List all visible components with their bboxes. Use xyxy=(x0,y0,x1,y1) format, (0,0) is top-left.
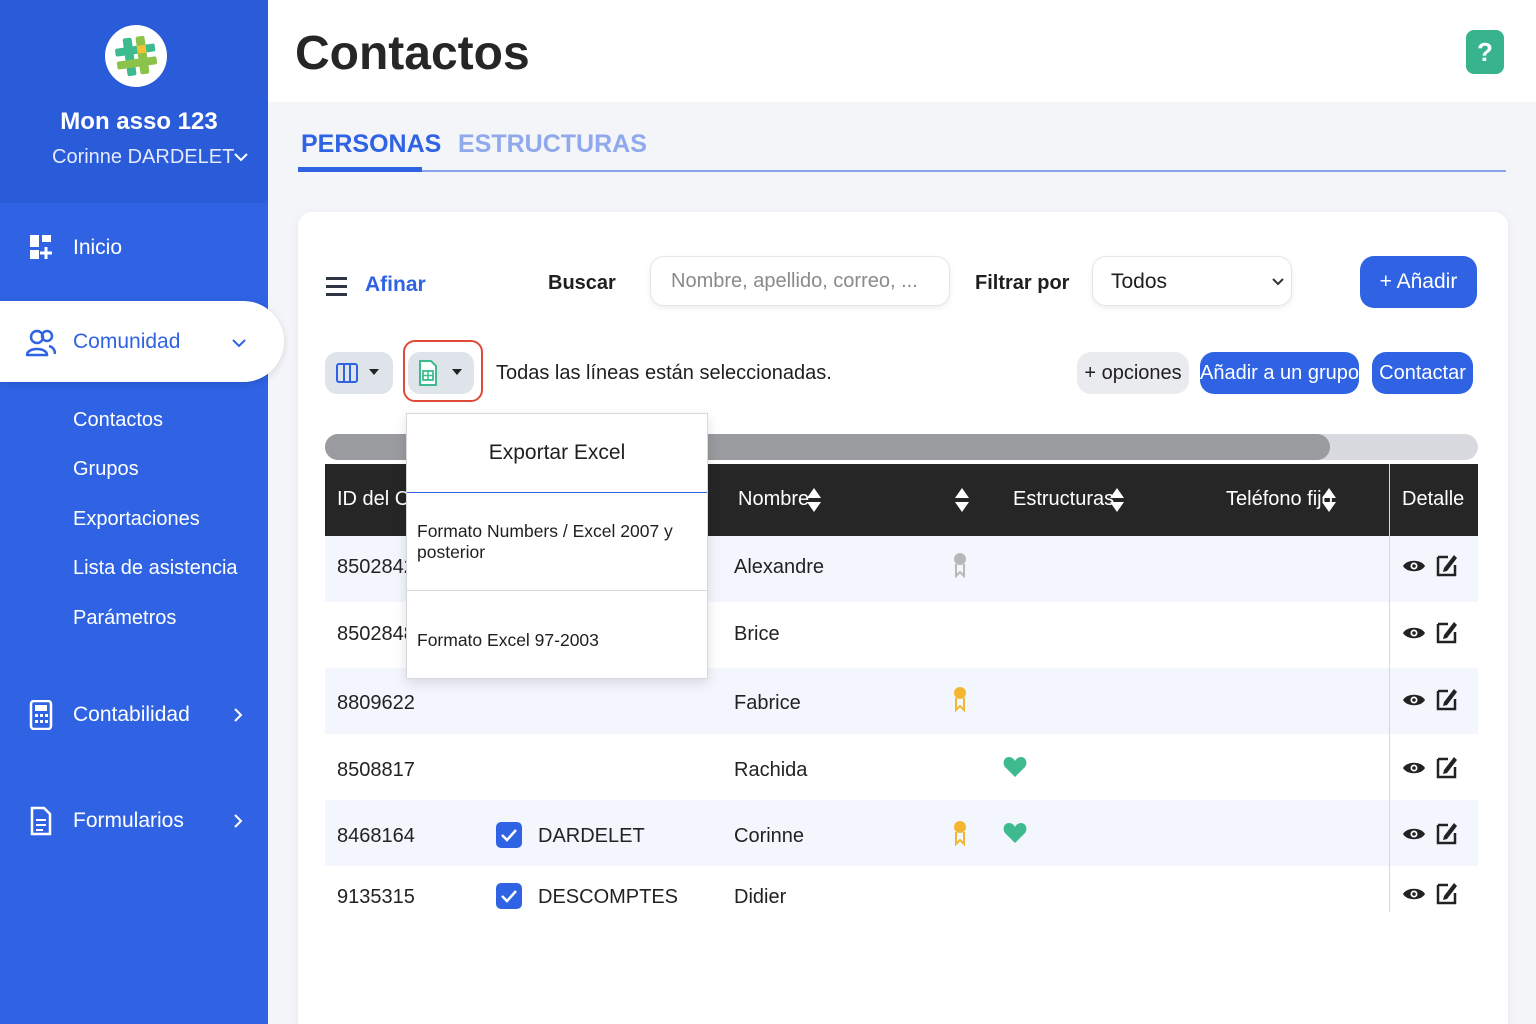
sidebar-item-contabilidad[interactable]: Contabilidad xyxy=(0,690,268,740)
cell-id: 8502842 xyxy=(337,556,415,578)
excel-file-icon xyxy=(419,360,437,386)
medal-gold-icon xyxy=(954,821,966,846)
cell-id: 8508817 xyxy=(337,759,415,781)
sort-icon[interactable] xyxy=(1109,487,1125,513)
caret-down-icon xyxy=(452,369,462,375)
medal-gray-icon xyxy=(954,553,966,578)
page-title: Contactos xyxy=(295,27,530,80)
check-icon xyxy=(501,829,517,842)
active-tab-indicator xyxy=(298,167,422,172)
sidebar-item-comunidad[interactable]: Comunidad xyxy=(0,301,284,382)
sort-icon[interactable] xyxy=(954,487,970,513)
column-header-detalle: Detalle xyxy=(1402,488,1465,510)
help-button[interactable]: ? xyxy=(1466,30,1504,74)
eye-icon[interactable] xyxy=(1402,558,1426,574)
org-name: Mon asso 123 xyxy=(60,108,218,135)
users-icon xyxy=(26,329,56,357)
export-option-xlsx[interactable]: Formato Numbers / Excel 2007 y posterior xyxy=(407,494,707,591)
sidebar-sub-grupos[interactable]: Grupos xyxy=(73,458,139,481)
columns-button[interactable] xyxy=(325,352,393,394)
edit-icon[interactable] xyxy=(1436,620,1458,644)
sidebar-item-label: Contabilidad xyxy=(73,703,190,726)
medal-gold-icon xyxy=(954,687,966,712)
tab-estructuras[interactable]: ESTRUCTURAS xyxy=(458,130,647,159)
cell-id: 8468164 xyxy=(337,825,415,847)
cell-nombre: Corinne xyxy=(734,825,805,847)
eye-icon[interactable] xyxy=(1402,625,1426,641)
chevron-down-icon xyxy=(232,339,246,348)
tab-personas[interactable]: PERSONAS xyxy=(301,130,441,159)
chevron-down-icon xyxy=(1272,278,1284,286)
user-name[interactable]: Corinne DARDELET xyxy=(52,146,234,169)
dashboard-icon xyxy=(30,235,52,259)
tabs-divider xyxy=(298,170,1506,172)
eye-icon[interactable] xyxy=(1402,760,1426,776)
filter-select[interactable]: Todos xyxy=(1092,256,1292,306)
column-header-nombre[interactable]: Nombre xyxy=(738,488,809,511)
buscar-label: Buscar xyxy=(548,272,616,294)
add-to-group-button[interactable]: Añadir a un grupo xyxy=(1200,352,1359,394)
sort-icon[interactable] xyxy=(806,487,822,513)
cell-nombre: Brice xyxy=(734,623,780,645)
calculator-icon xyxy=(29,700,53,730)
edit-icon[interactable] xyxy=(1436,553,1458,577)
sidebar-item-inicio[interactable]: Inicio xyxy=(0,223,268,273)
sidebar-item-label: Comunidad xyxy=(73,330,181,353)
sidebar: Mon asso 123 Corinne DARDELET Inicio Com… xyxy=(0,0,284,1024)
contact-button[interactable]: Contactar xyxy=(1372,352,1473,394)
hash-logo-icon[interactable] xyxy=(105,25,167,87)
edit-icon[interactable] xyxy=(1436,881,1458,905)
cell-apellido: DARDELET xyxy=(538,825,645,847)
export-button[interactable] xyxy=(408,352,474,394)
heart-icon xyxy=(1003,823,1027,843)
cell-nombre: Fabrice xyxy=(734,692,801,714)
cell-nombre: Alexandre xyxy=(734,556,825,578)
export-dropdown: Exportar Excel Formato Numbers / Excel 2… xyxy=(406,413,708,679)
sidebar-sub-exportaciones[interactable]: Exportaciones xyxy=(73,508,200,531)
chevron-down-icon[interactable] xyxy=(232,148,250,166)
menu-icon[interactable] xyxy=(326,276,348,298)
column-header-estructuras[interactable]: Estructuras xyxy=(1013,488,1114,511)
column-header-telefono[interactable]: Teléfono fijo xyxy=(1226,488,1333,511)
filter-label: Filtrar por xyxy=(975,272,1070,294)
sidebar-item-formularios[interactable]: Formularios xyxy=(0,796,268,846)
columns-icon xyxy=(336,363,358,383)
heart-icon xyxy=(1003,757,1027,777)
edit-icon[interactable] xyxy=(1436,755,1458,779)
chevron-right-icon xyxy=(234,814,243,828)
eye-icon[interactable] xyxy=(1402,692,1426,708)
export-option-xls[interactable]: Formato Excel 97-2003 xyxy=(407,592,707,689)
export-dropdown-title: Exportar Excel xyxy=(407,414,707,493)
eye-icon[interactable] xyxy=(1402,886,1426,902)
more-options-button[interactable]: + opciones xyxy=(1077,352,1189,394)
filter-select-value: Todos xyxy=(1111,270,1168,293)
caret-down-icon xyxy=(369,369,379,375)
selection-status: Todas las líneas están seleccionadas. xyxy=(496,362,832,384)
chevron-right-icon xyxy=(234,708,243,722)
search-input[interactable] xyxy=(650,256,950,306)
document-icon xyxy=(30,806,52,836)
cell-id: 8502848 xyxy=(337,623,415,645)
table-row[interactable] xyxy=(325,734,1478,800)
detail-column-divider xyxy=(1389,464,1390,912)
row-checkbox[interactable] xyxy=(496,883,522,909)
sidebar-item-label: Formularios xyxy=(73,809,184,832)
sidebar-sub-asistencia[interactable]: Lista de asistencia xyxy=(73,557,238,580)
cell-id: 9135315 xyxy=(337,886,415,908)
row-checkbox[interactable] xyxy=(496,822,522,848)
eye-icon[interactable] xyxy=(1402,826,1426,842)
check-icon xyxy=(501,890,517,903)
edit-icon[interactable] xyxy=(1436,821,1458,845)
cell-id: 8809622 xyxy=(337,692,415,714)
edit-icon[interactable] xyxy=(1436,687,1458,711)
cell-nombre: Didier xyxy=(734,886,787,908)
sidebar-item-label: Inicio xyxy=(73,236,123,259)
add-button[interactable]: + Añadir xyxy=(1360,256,1477,308)
cell-apellido: DESCOMPTES xyxy=(538,886,679,908)
sort-icon[interactable] xyxy=(1321,487,1337,513)
sidebar-sub-parametros[interactable]: Parámetros xyxy=(73,607,176,630)
sidebar-sub-contactos[interactable]: Contactos xyxy=(73,409,163,432)
afinar-link[interactable]: Afinar xyxy=(365,273,426,297)
cell-nombre: Rachida xyxy=(734,759,808,781)
